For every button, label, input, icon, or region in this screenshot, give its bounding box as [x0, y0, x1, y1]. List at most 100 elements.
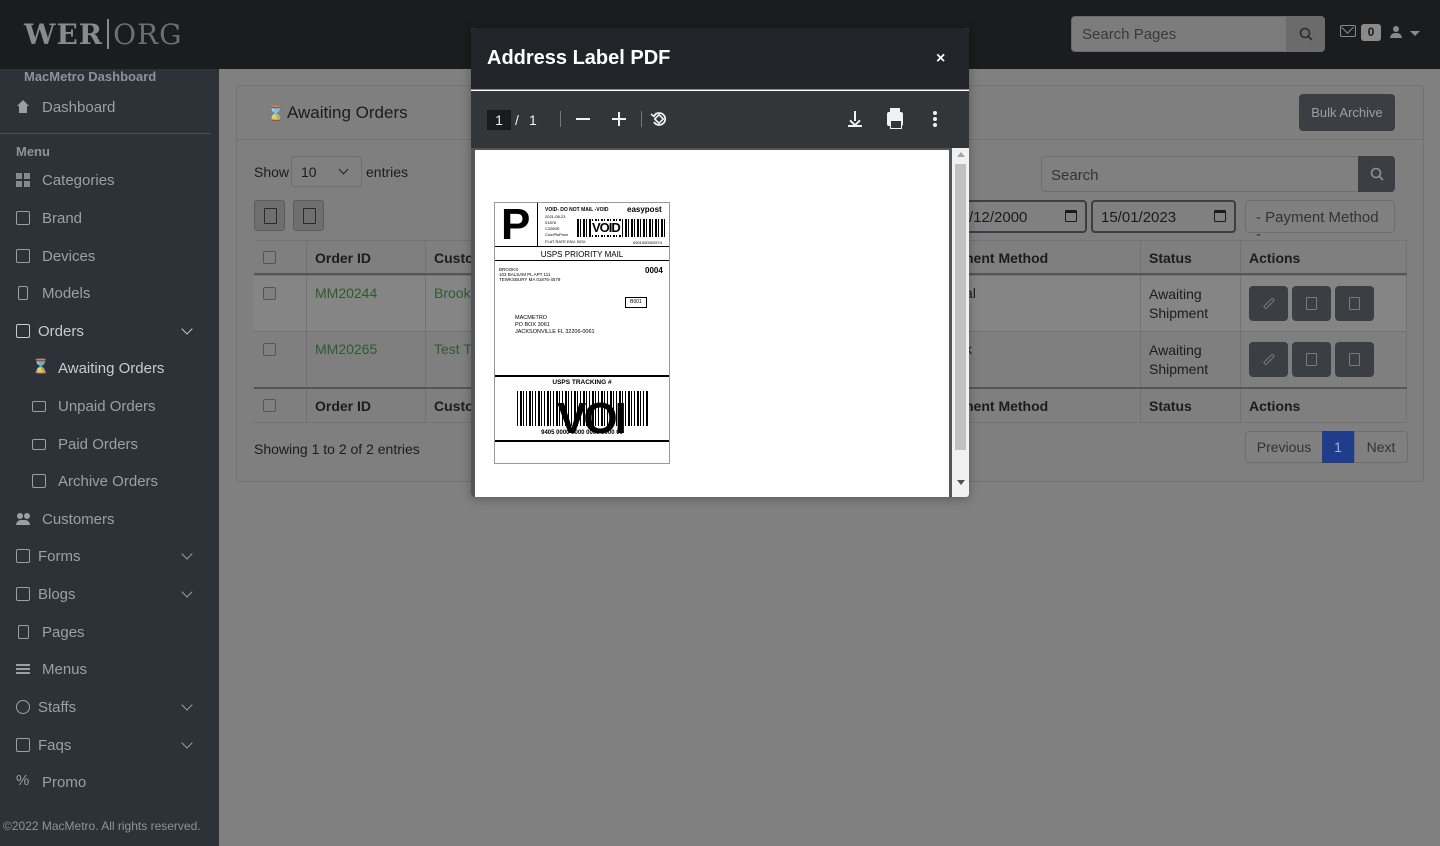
print-icon [887, 108, 903, 129]
rotate-button[interactable] [649, 109, 669, 129]
entries-select[interactable]: 10 [291, 156, 362, 187]
pagination-page-1[interactable]: 1 [1322, 431, 1354, 463]
actions-cell [1240, 332, 1407, 387]
sidebar-item-forms[interactable]: Forms [16, 544, 193, 568]
sidebar-item-dashboard[interactable]: Dashboard [16, 95, 115, 119]
search-button[interactable] [1358, 156, 1395, 192]
toolbar-divider [641, 111, 642, 127]
print-button[interactable] [885, 108, 905, 129]
sidebar-item-faqs[interactable]: Faqs [16, 733, 193, 757]
pdf-page-input[interactable]: 1 [487, 110, 511, 130]
label-meta-line: 2021-08-23 [545, 214, 566, 219]
modal-header: Address Label PDF × [471, 28, 969, 90]
cash-icon [32, 438, 46, 450]
file-icon [18, 625, 29, 639]
pdf-label-button[interactable] [1292, 342, 1331, 377]
order-id-link[interactable]: MM20265 [306, 332, 425, 387]
logo[interactable]: WER ORG [24, 16, 182, 52]
form-icon [16, 549, 30, 563]
user-menu-caret-icon[interactable] [1410, 31, 1420, 36]
status-line: Awaiting [1149, 286, 1202, 302]
sidebar-item-staffs[interactable]: Staffs [16, 695, 193, 719]
page-search-input[interactable]: Search Pages [1071, 16, 1287, 52]
label-meta-id: 0901000002974 [633, 240, 662, 245]
label-tracking-title: USPS TRACKING # [552, 379, 612, 386]
sidebar-item-archive-orders[interactable]: Archive Orders [32, 469, 158, 493]
zoom-out-button[interactable] [573, 109, 593, 129]
status-line: Shipment [1149, 305, 1209, 321]
sidebar-item-unpaid-orders[interactable]: Unpaid Orders [32, 394, 156, 418]
pdf-viewer[interactable]: P VOID- DO NOT MAIL -VOID easypost 2021-… [471, 148, 969, 497]
import-button[interactable] [254, 200, 285, 231]
download-icon [848, 111, 862, 127]
actions-cell [1240, 276, 1407, 331]
header-select-cell [254, 241, 307, 273]
payment-method-cell: al [959, 276, 1140, 331]
delete-button[interactable] [1335, 342, 1374, 377]
order-id-link[interactable]: MM20244 [306, 276, 425, 331]
header-status[interactable]: Status [1140, 241, 1240, 273]
copyright: ©2022 MacMetro. All rights reserved. [3, 819, 201, 833]
rotate-icon [650, 112, 667, 126]
sidebar-item-label: Blogs [38, 585, 76, 603]
scroll-up-arrow-icon[interactable] [957, 152, 965, 157]
sidebar-item-label: Awaiting Orders [58, 359, 165, 377]
sidebar-item-orders[interactable]: Orders [16, 319, 193, 343]
footer-payment-method: nent Method [959, 389, 1140, 422]
user-icon[interactable] [1390, 26, 1402, 38]
select-all-checkbox[interactable] [263, 399, 276, 412]
pdf-label-button[interactable] [1292, 286, 1331, 321]
date-to-input[interactable]: 15/01/2023 [1091, 200, 1236, 233]
home-icon [16, 100, 30, 114]
pdf-page-total: 1 [529, 112, 537, 128]
page-search-button[interactable] [1287, 16, 1325, 52]
sidebar-item-pages[interactable]: Pages [16, 620, 85, 644]
label-to-line: JACKSONVILLE FL 32206-0061 [515, 329, 595, 335]
edit-button[interactable] [1249, 342, 1288, 377]
zoom-in-button[interactable] [609, 109, 629, 129]
logo-left: WER [24, 17, 104, 51]
payment-method-select[interactable]: - Payment Method - [1245, 200, 1395, 243]
bulk-archive-button[interactable]: Bulk Archive [1299, 94, 1395, 131]
edit-button[interactable] [1249, 286, 1288, 321]
list-box-icon [16, 211, 30, 225]
search-input[interactable]: Search [1041, 156, 1359, 192]
sidebar-item-awaiting-orders[interactable]: Awaiting Orders [32, 356, 164, 380]
sidebar-item-devices[interactable]: Devices [16, 244, 95, 268]
sidebar-item-models[interactable]: Models [16, 281, 90, 305]
row-select-cell [254, 332, 307, 387]
sidebar-item-brand[interactable]: Brand [16, 206, 82, 230]
header-payment-method[interactable]: nent Method [959, 241, 1140, 273]
sidebar-item-label: Orders [38, 322, 84, 340]
pencil-icon [1262, 297, 1275, 310]
close-button[interactable]: × [936, 50, 945, 68]
pagination-next[interactable]: Next [1354, 431, 1408, 463]
sidebar-item-blogs[interactable]: Blogs [16, 582, 193, 606]
row-checkbox[interactable] [263, 343, 276, 356]
pagination-previous[interactable]: Previous [1245, 431, 1323, 463]
more-options-button[interactable] [925, 109, 945, 129]
sidebar-item-menus[interactable]: Menus [16, 657, 87, 681]
sidebar-divider [0, 133, 211, 134]
download-button[interactable] [845, 109, 865, 129]
header-order-id[interactable]: Order ID [306, 241, 425, 273]
search-icon [1299, 27, 1313, 41]
sidebar-item-paid-orders[interactable]: Paid Orders [32, 432, 138, 456]
sidebar-item-categories[interactable]: Categories [16, 168, 115, 192]
select-all-checkbox[interactable] [263, 251, 276, 264]
scroll-down-arrow-icon[interactable] [957, 480, 965, 485]
pdf-scrollbar-thumb[interactable] [955, 164, 966, 450]
label-to-address: MACMETRO PO BOX 3061 JACKSONVILLE FL 322… [515, 315, 595, 336]
sidebar-item-customers[interactable]: Customers [16, 507, 115, 531]
row-checkbox[interactable] [263, 287, 276, 300]
delete-button[interactable] [1335, 286, 1374, 321]
more-vertical-icon [933, 117, 937, 121]
calendar-icon[interactable] [1214, 210, 1226, 222]
sidebar-item-promo[interactable]: Promo [16, 770, 86, 794]
export-button[interactable] [293, 200, 324, 231]
sidebar-menu-label: Menu [16, 144, 50, 159]
mail-icon[interactable] [1340, 25, 1356, 37]
calendar-icon[interactable] [1065, 210, 1077, 222]
toolbar-divider [560, 111, 561, 127]
logo-right: ORG [113, 17, 183, 51]
